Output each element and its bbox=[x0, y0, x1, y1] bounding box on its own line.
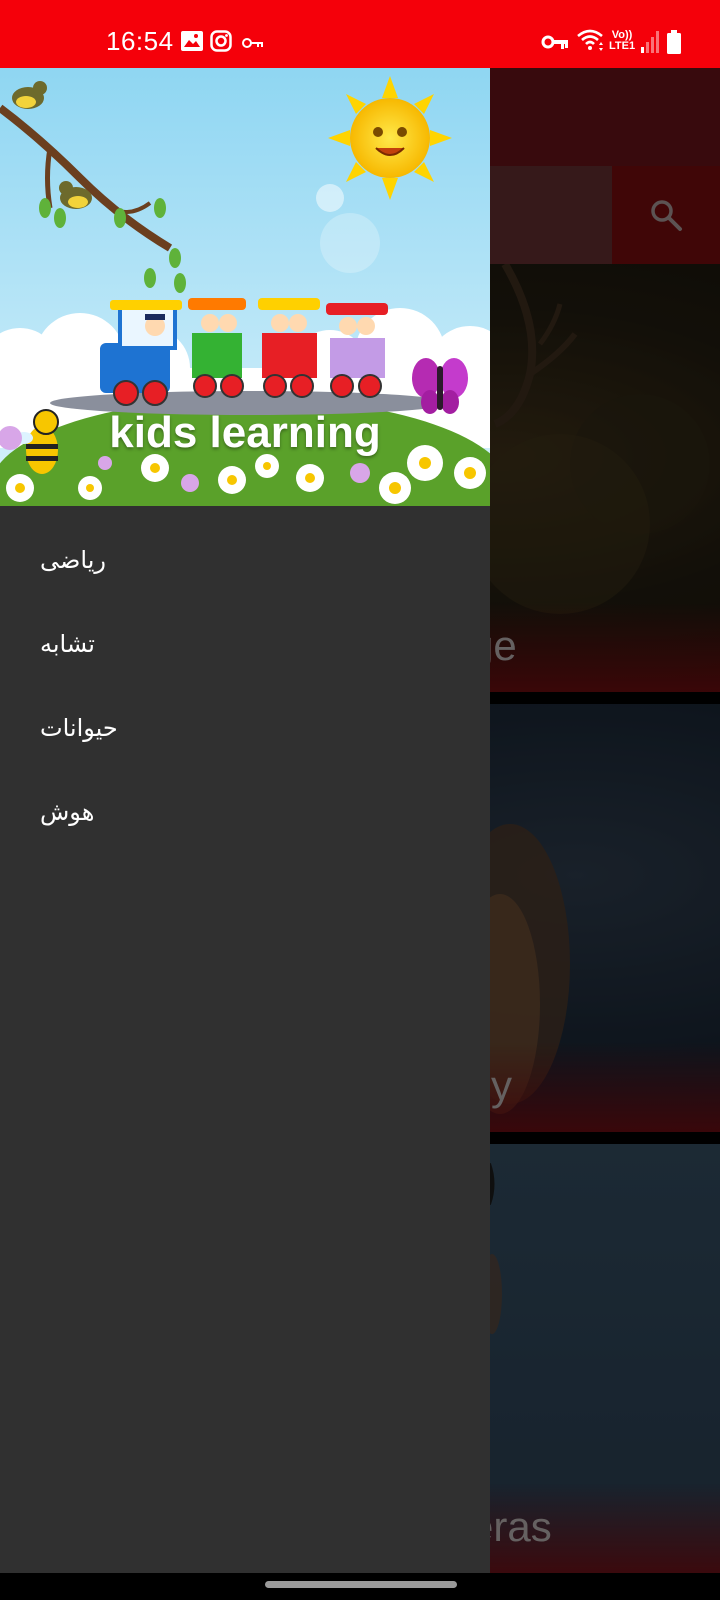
drawer-menu: ریاضی تشابه حیوانات هوش bbox=[0, 506, 490, 854]
key-icon bbox=[242, 36, 264, 54]
battery-icon bbox=[667, 30, 681, 59]
navigation-bar bbox=[0, 1573, 720, 1600]
navigation-drawer: kids learning ریاضی تشابه حیوانات هوش bbox=[0, 68, 490, 1573]
menu-item-math[interactable]: ریاضی bbox=[0, 518, 490, 602]
gesture-handle[interactable] bbox=[265, 1581, 457, 1588]
menu-item-intelligence[interactable]: هوش bbox=[0, 770, 490, 854]
drawer-header-title: kids learning bbox=[109, 408, 381, 457]
instagram-icon bbox=[210, 30, 232, 57]
wifi-icon bbox=[576, 28, 604, 57]
vpn-key-icon bbox=[541, 34, 569, 55]
status-time: 16:54 bbox=[106, 26, 174, 56]
status-bar: 16:54 Vo)) LTE1 bbox=[0, 0, 720, 68]
signal-icon bbox=[640, 30, 660, 59]
gallery-icon bbox=[180, 30, 204, 57]
menu-item-similarity[interactable]: تشابه bbox=[0, 602, 490, 686]
drawer-header: kids learning bbox=[0, 68, 490, 506]
menu-item-animals[interactable]: حیوانات bbox=[0, 686, 490, 770]
network-type-label: Vo)) LTE1 bbox=[609, 29, 636, 52]
